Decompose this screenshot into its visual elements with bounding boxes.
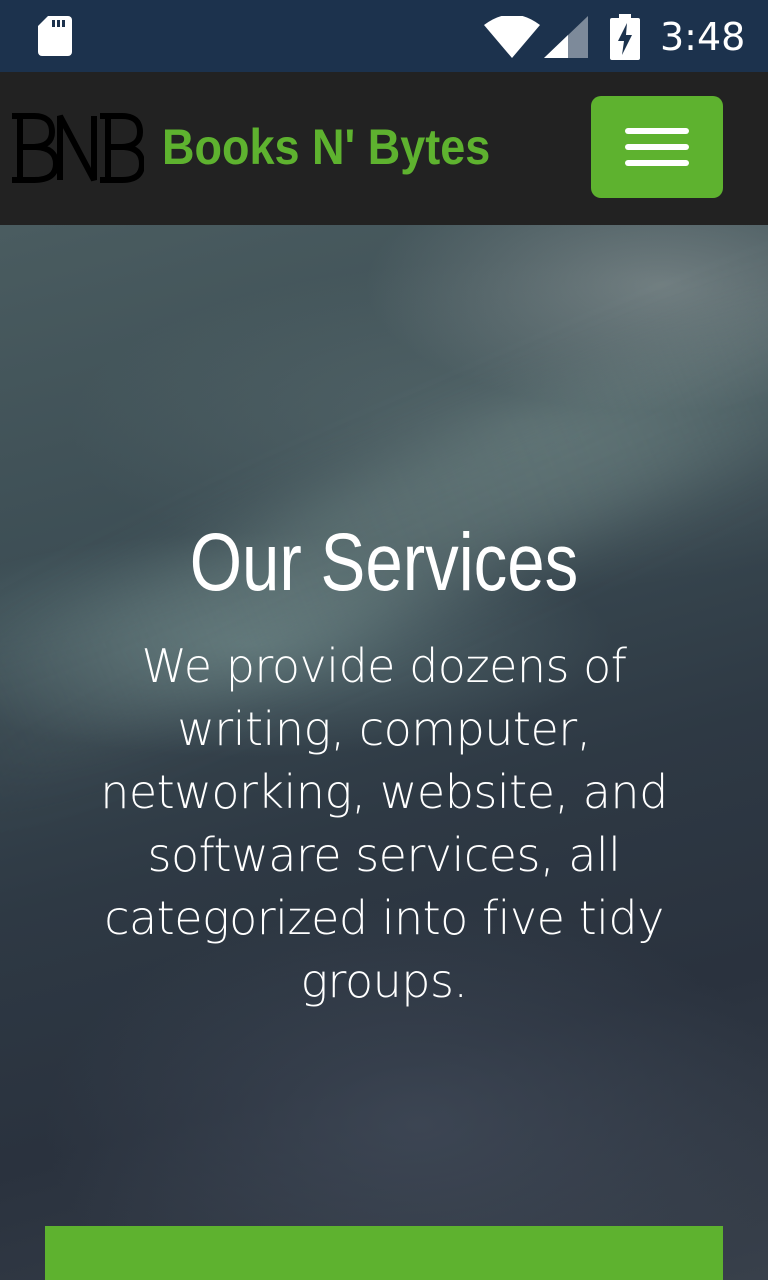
hero-description: We provide dozens of writing, computer, … xyxy=(100,639,668,1008)
hero-section: Our Services We provide dozens of writin… xyxy=(0,225,768,1280)
page-title: Our Services xyxy=(189,517,579,608)
cta-button[interactable] xyxy=(45,1226,723,1280)
battery-charging-icon xyxy=(610,14,640,60)
wifi-icon xyxy=(484,16,540,58)
bnb-logo-icon[interactable] xyxy=(8,112,144,184)
status-bar: 3:48 xyxy=(0,0,768,72)
brand-name[interactable]: Books N' Bytes xyxy=(162,110,490,184)
sd-card-icon xyxy=(38,16,72,56)
site-header: Books N' Bytes xyxy=(0,72,768,225)
cell-signal-icon xyxy=(544,16,588,58)
menu-toggle-button[interactable] xyxy=(591,96,723,198)
status-clock: 3:48 xyxy=(660,15,746,59)
